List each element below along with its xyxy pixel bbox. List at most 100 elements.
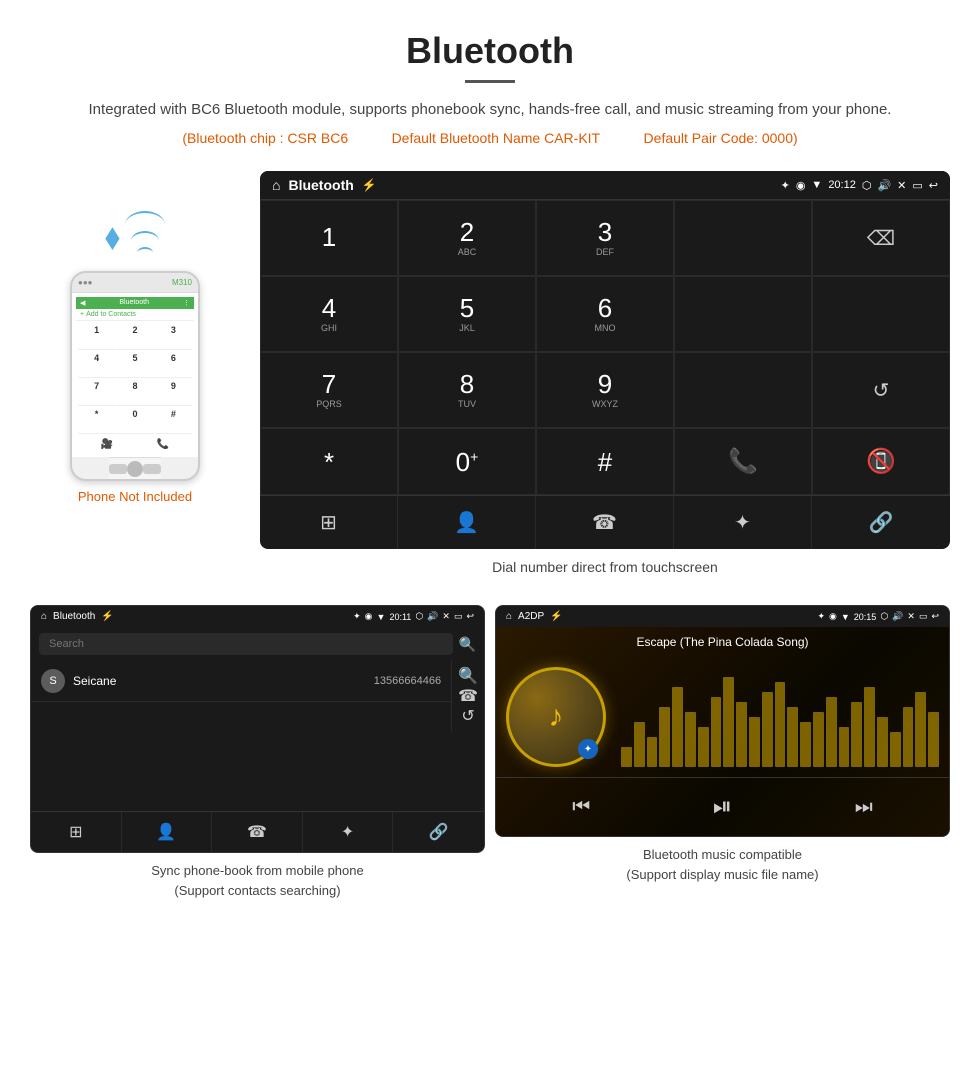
main-section: ⬧ ●●● M310 ◀ Bluetooth ⋮ + Ad (0, 161, 980, 605)
music-time: 20:15 (854, 612, 877, 622)
phone-home-btn (127, 461, 143, 477)
music-song-title: Escape (The Pina Colada Song) (496, 627, 949, 657)
pb-home-icon: ⌂ (41, 611, 47, 622)
nav-link[interactable]: 🔗 (812, 496, 950, 549)
phonebook-right-col: 🔍 ☎ ↺ (451, 661, 484, 731)
search-icon: 🔍 (459, 636, 476, 653)
dial-status-bar: ⌂ Bluetooth ⚡ ✦ ◉ ▼ 20:12 ⬡ 🔊 ✕ ▭ ↩ (260, 171, 950, 199)
key-call-red[interactable]: 📵 (812, 428, 950, 495)
bluetooth-icon: ⬧ (105, 218, 119, 256)
key-5[interactable]: 5 JKL (398, 276, 536, 352)
music-cam-icon: ⬡ (880, 611, 888, 622)
music-title: A2DP (518, 611, 544, 622)
key-7[interactable]: 7 PQRS (260, 352, 398, 428)
pb-close-icon: ✕ (442, 611, 450, 622)
pk-3: 3 (155, 323, 192, 350)
key-star[interactable]: * (260, 428, 398, 495)
play-pause-button[interactable]: ⏯ (713, 793, 732, 821)
pb-nav-bt[interactable]: ✦ (303, 812, 394, 852)
pk-1: 1 (78, 323, 115, 350)
phone-screen: ◀ Bluetooth ⋮ + Add to Contacts 1 2 3 4 … (72, 293, 198, 457)
key-1[interactable]: 1 (260, 200, 398, 276)
music-wifi-icon: ▼ (841, 612, 850, 622)
key-refresh[interactable]: ↺ (812, 352, 950, 428)
phonebook-screen: ⌂ Bluetooth ⚡ ✦ ◉ ▼ 20:11 ⬡ 🔊 ✕ ▭ ↩ (30, 605, 485, 853)
waveform-bar (736, 702, 747, 767)
pb-side-search[interactable]: 🔍 (458, 666, 478, 686)
key-call-green[interactable]: 📞 (674, 428, 812, 495)
lower-section: ⌂ Bluetooth ⚡ ✦ ◉ ▼ 20:11 ⬡ 🔊 ✕ ▭ ↩ (0, 605, 980, 928)
pb-side-refresh[interactable]: ↺ (461, 706, 474, 726)
waveform-bar (647, 737, 658, 767)
pk-7: 7 (78, 379, 115, 406)
key-9[interactable]: 9 WXYZ (536, 352, 674, 428)
pb-status-left: ⌂ Bluetooth ⚡ (41, 611, 114, 622)
pk-hash: # (155, 407, 192, 434)
dial-status-right: ✦ ◉ ▼ 20:12 ⬡ 🔊 ✕ ▭ ↩ (781, 179, 938, 192)
phone-call-row: 🎥 📞 (76, 436, 194, 453)
music-art-area: ♪ ✦ (496, 657, 949, 777)
next-button[interactable]: ⏭ (855, 796, 873, 819)
nav-bt[interactable]: ✦ (674, 496, 812, 549)
key-8[interactable]: 8 TUV (398, 352, 536, 428)
signal-arcs (125, 211, 165, 263)
phonebook-search-bar: 🔍 (31, 627, 484, 661)
window-icon: ▭ (912, 179, 922, 192)
waveform-bar (890, 732, 901, 767)
pk-8: 8 (116, 379, 153, 406)
pb-side-phone[interactable]: ☎ (458, 686, 478, 706)
waveform-bar (800, 722, 811, 767)
dial-title: Bluetooth (288, 177, 353, 193)
waveform-bar (659, 707, 670, 767)
signal-arc-1 (137, 247, 153, 259)
waveform-bar (928, 712, 939, 767)
pb-nav-phone[interactable]: ☎ (212, 812, 303, 852)
music-screen: ⌂ A2DP ⚡ ✦ ◉ ▼ 20:15 ⬡ 🔊 ✕ ▭ ↩ E (495, 605, 950, 837)
nav-user[interactable]: 👤 (398, 496, 536, 549)
pb-nav-user[interactable]: 👤 (122, 812, 213, 852)
music-home-icon: ⌂ (506, 611, 512, 622)
music-bt-badge: ✦ (578, 739, 598, 759)
contact-row[interactable]: S Seicane 13566664466 (31, 661, 451, 702)
waveform-bar (813, 712, 824, 767)
pb-nav-link[interactable]: 🔗 (393, 812, 484, 852)
nav-grid[interactable]: ⊞ (260, 496, 398, 549)
phonebook-search-input[interactable] (39, 633, 453, 655)
waveform-bar (915, 692, 926, 767)
nav-phone[interactable]: ☎ (536, 496, 674, 549)
key-empty-3 (812, 276, 950, 352)
key-4[interactable]: 4 GHI (260, 276, 398, 352)
phonebook-main-content: S Seicane 13566664466 🔍 ☎ ↺ (31, 661, 484, 731)
key-hash[interactable]: # (536, 428, 674, 495)
call-green-icon: 📞 (728, 447, 758, 476)
waveform-bar (826, 697, 837, 767)
pb-status-right: ✦ ◉ ▼ 20:11 ⬡ 🔊 ✕ ▭ ↩ (353, 611, 474, 622)
pb-nav-grid[interactable]: ⊞ (31, 812, 122, 852)
music-vol-icon: 🔊 (892, 611, 903, 622)
waveform-bar (839, 727, 850, 767)
music-win-icon: ▭ (919, 611, 928, 622)
pb-vol-icon: 🔊 (427, 611, 438, 622)
pb-usb-icon: ⚡ (101, 611, 113, 622)
waveform-bar (864, 687, 875, 767)
music-caption-line1: Bluetooth music compatible (643, 847, 802, 862)
phone-btn-1 (109, 464, 127, 474)
pb-wifi-icon: ▼ (377, 612, 386, 622)
music-note-icon: ♪ (549, 700, 564, 734)
key-6[interactable]: 6 MNO (536, 276, 674, 352)
pk-star: * (78, 407, 115, 434)
key-3[interactable]: 3 DEF (536, 200, 674, 276)
key-2[interactable]: 2 ABC (398, 200, 536, 276)
key-0[interactable]: 0+ (398, 428, 536, 495)
prev-button[interactable]: ⏮ (572, 796, 590, 819)
waveform-bar (711, 697, 722, 767)
music-wrap: ⌂ A2DP ⚡ ✦ ◉ ▼ 20:15 ⬡ 🔊 ✕ ▭ ↩ E (495, 605, 950, 908)
key-backspace[interactable]: ⌫ (812, 200, 950, 276)
dial-screen: ⌂ Bluetooth ⚡ ✦ ◉ ▼ 20:12 ⬡ 🔊 ✕ ▭ ↩ (260, 171, 950, 549)
phonebook-list: S Seicane 13566664466 (31, 661, 451, 731)
music-close-icon: ✕ (907, 611, 915, 622)
bt-pair-code: Default Pair Code: 0000) (644, 130, 798, 146)
pb-back-icon: ↩ (466, 611, 474, 622)
volume-icon: 🔊 (877, 179, 891, 192)
waveform-bar (621, 747, 632, 767)
